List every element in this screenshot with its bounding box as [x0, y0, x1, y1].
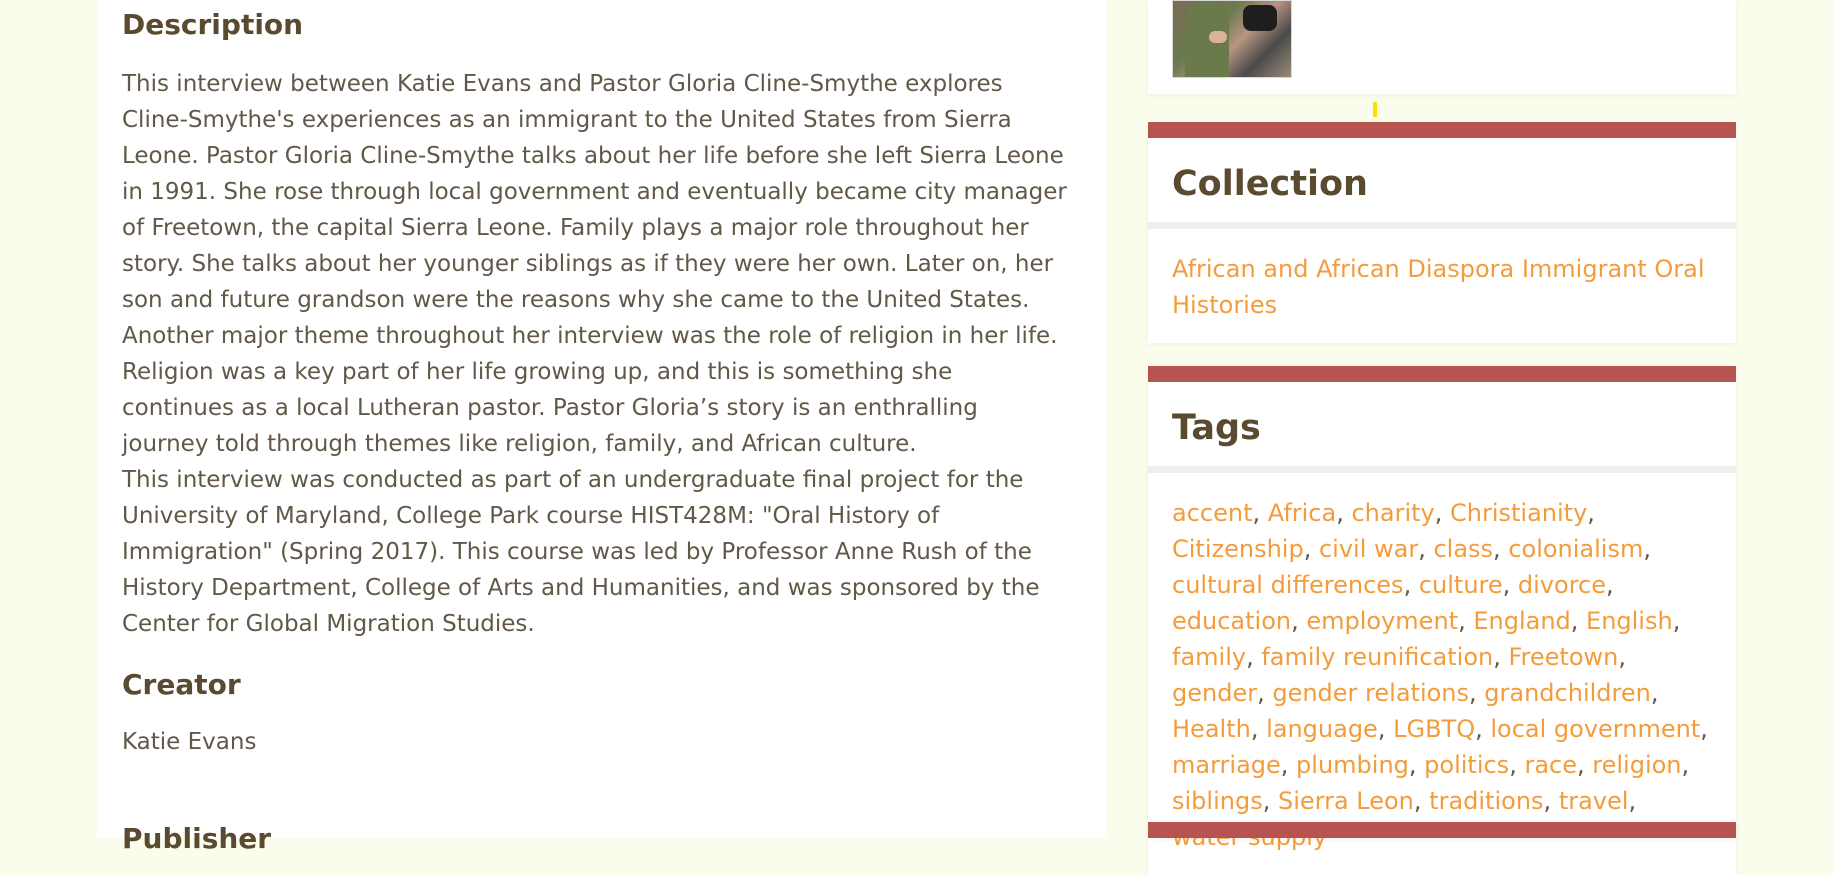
tag-separator: ,	[1250, 715, 1267, 743]
tag-separator: ,	[1493, 535, 1509, 563]
tag-link[interactable]: charity	[1351, 499, 1434, 527]
tag-separator: ,	[1408, 751, 1425, 779]
tag-link[interactable]: race	[1524, 751, 1577, 779]
tag-link[interactable]: grandchildren	[1484, 679, 1651, 707]
tag-link[interactable]: Citizenship	[1172, 535, 1304, 563]
tag-separator: ,	[1672, 607, 1681, 635]
tag-link[interactable]: colonialism	[1508, 535, 1643, 563]
tag-link[interactable]: Sierra Leon	[1278, 787, 1414, 815]
collection-body: African and African Diaspora Immigrant O…	[1148, 229, 1736, 343]
collection-card: Collection African and African Diaspora …	[1148, 122, 1736, 343]
tag-separator: ,	[1650, 679, 1659, 707]
tags-accent-bar	[1148, 366, 1736, 382]
collection-link[interactable]: African and African Diaspora Immigrant O…	[1172, 255, 1705, 319]
description-paragraph-1: This interview between Katie Evans and P…	[122, 71, 1067, 457]
tag-link[interactable]: cultural differences	[1172, 571, 1404, 599]
tag-separator: ,	[1291, 607, 1307, 635]
photo-hands-shape	[1209, 31, 1227, 43]
tag-link[interactable]: education	[1172, 607, 1291, 635]
photo-bag-shape	[1243, 5, 1277, 31]
tag-separator: ,	[1403, 571, 1419, 599]
tag-link[interactable]: gender	[1172, 679, 1257, 707]
tag-link[interactable]: England	[1473, 607, 1570, 635]
collection-accent-bar	[1148, 122, 1736, 138]
tags-title: Tags	[1172, 408, 1261, 448]
tag-link[interactable]: marriage	[1172, 751, 1281, 779]
tag-link[interactable]: plumbing	[1296, 751, 1409, 779]
item-image-card	[1148, 0, 1736, 94]
tag-link[interactable]: Christianity	[1450, 499, 1587, 527]
description-heading: Description	[122, 8, 304, 41]
next-card-accent-bar	[1148, 822, 1736, 838]
tag-separator: ,	[1543, 787, 1559, 815]
tag-separator: ,	[1252, 499, 1268, 527]
tags-card: Tags accent, Africa, charity, Christiani…	[1148, 366, 1736, 875]
tag-separator: ,	[1643, 535, 1651, 563]
collection-title: Collection	[1172, 164, 1368, 204]
tag-separator: ,	[1493, 643, 1509, 671]
tag-separator: ,	[1377, 715, 1394, 743]
tag-separator: ,	[1700, 715, 1708, 743]
tag-separator: ,	[1303, 535, 1319, 563]
tag-link[interactable]: religion	[1592, 751, 1681, 779]
creator-heading: Creator	[122, 668, 241, 701]
tag-separator: ,	[1458, 607, 1474, 635]
tag-link[interactable]: class	[1433, 535, 1493, 563]
tags-list: accent, Africa, charity, Christianity, C…	[1148, 473, 1736, 875]
tag-separator: ,	[1280, 751, 1297, 779]
tag-link[interactable]: accent	[1172, 499, 1252, 527]
tag-link[interactable]: divorce	[1518, 571, 1606, 599]
tag-link[interactable]: gender relations	[1272, 679, 1469, 707]
description-paragraph-2: This interview was conducted as part of …	[122, 467, 1040, 637]
item-thumbnail-image[interactable]	[1172, 0, 1292, 78]
tag-link[interactable]: traditions	[1429, 787, 1543, 815]
tag-link[interactable]: travel	[1559, 787, 1629, 815]
tag-link[interactable]: LGBTQ	[1393, 715, 1475, 743]
tag-separator: ,	[1628, 787, 1637, 815]
tag-link[interactable]: culture	[1419, 571, 1503, 599]
tag-separator: ,	[1257, 679, 1273, 707]
yellow-marker	[1373, 102, 1377, 117]
next-card	[1148, 822, 1736, 838]
tag-link[interactable]: employment	[1306, 607, 1458, 635]
main-content: Description This interview between Katie…	[97, 0, 1107, 855]
tag-separator: ,	[1469, 679, 1485, 707]
publisher-heading: Publisher	[122, 822, 272, 855]
creator-value: Katie Evans	[122, 729, 257, 755]
tag-separator: ,	[1434, 499, 1450, 527]
tag-separator: ,	[1509, 751, 1525, 779]
tag-link[interactable]: Health	[1172, 715, 1251, 743]
tag-link[interactable]: family	[1172, 643, 1246, 671]
tag-link[interactable]: English	[1586, 607, 1673, 635]
tag-separator: ,	[1681, 751, 1690, 779]
tag-separator: ,	[1577, 751, 1593, 779]
tag-link[interactable]: family reunification	[1261, 643, 1493, 671]
tag-separator: ,	[1418, 535, 1434, 563]
tag-separator: ,	[1502, 571, 1518, 599]
tag-link[interactable]: local government	[1490, 715, 1700, 743]
tag-link[interactable]: civil war	[1319, 535, 1418, 563]
tag-separator: ,	[1262, 787, 1278, 815]
collection-divider	[1148, 222, 1736, 229]
tag-separator: ,	[1587, 499, 1595, 527]
tags-divider	[1148, 466, 1736, 473]
tag-separator: ,	[1475, 715, 1491, 743]
tag-separator: ,	[1413, 787, 1430, 815]
tag-separator: ,	[1570, 607, 1587, 635]
tag-link[interactable]: Africa	[1268, 499, 1336, 527]
tag-link[interactable]: Freetown	[1509, 643, 1619, 671]
tag-separator: ,	[1606, 571, 1614, 599]
tag-separator: ,	[1336, 499, 1352, 527]
tag-separator: ,	[1618, 643, 1627, 671]
tag-link[interactable]: politics	[1424, 751, 1509, 779]
tag-link[interactable]: language	[1266, 715, 1378, 743]
tag-separator: ,	[1246, 643, 1262, 671]
tag-link[interactable]: siblings	[1172, 787, 1263, 815]
